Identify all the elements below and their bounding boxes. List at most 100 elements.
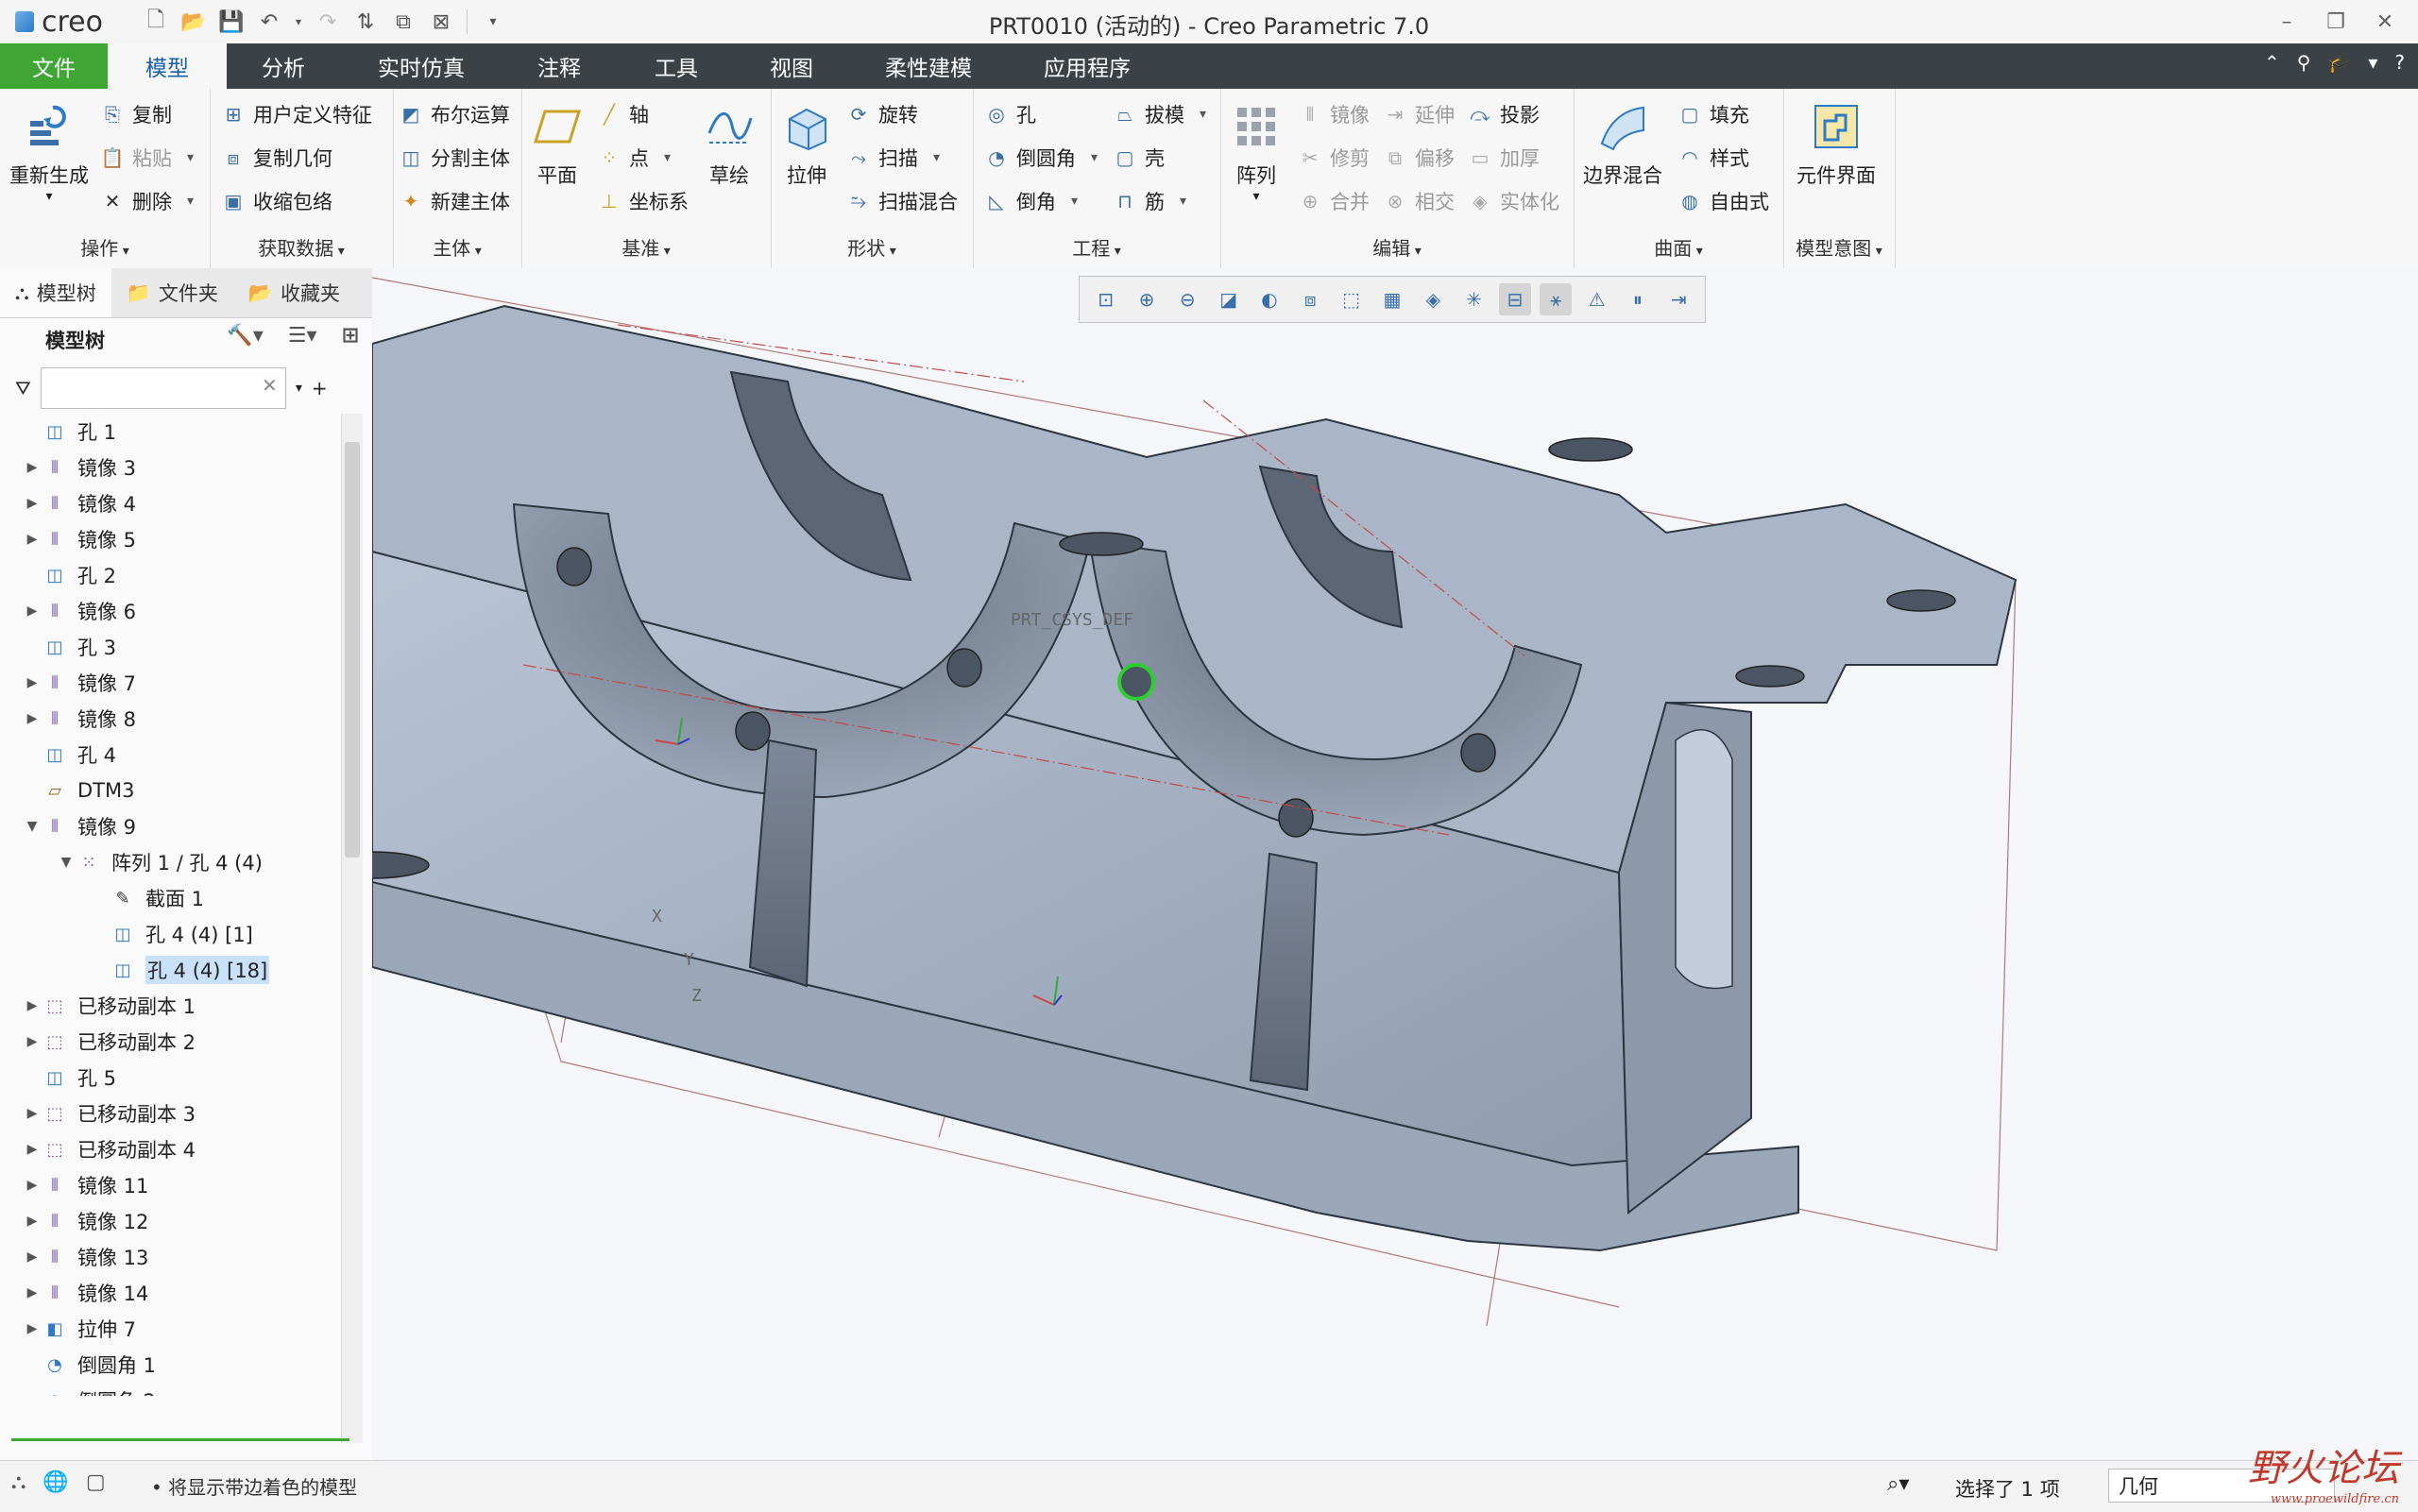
tree-item[interactable]: ▱ DTM3 <box>0 773 336 808</box>
collapse-chevron-icon[interactable]: ▼ <box>23 819 42 834</box>
expand-chevron-icon[interactable]: ▶ <box>23 1178 42 1193</box>
boolean-button[interactable]: ◩ 布尔运算 <box>399 100 510 128</box>
tab-model-tree[interactable]: ⛬ 模型树 <box>0 268 111 317</box>
tree-search-input[interactable]: ✕ <box>40 367 286 409</box>
refit-icon[interactable]: ⊡ <box>1090 283 1122 315</box>
group-label-get-data[interactable]: 获取数据 <box>210 233 393 261</box>
zoom-out-icon[interactable]: ⊖ <box>1171 283 1203 315</box>
expand-chevron-icon[interactable]: ▶ <box>23 532 42 547</box>
style-button[interactable]: ◠ 样式 <box>1677 144 1749 172</box>
csys-button[interactable]: ⊥ 坐标系 <box>597 187 689 215</box>
undo-icon[interactable]: ↶ <box>253 6 285 38</box>
group-label-model-intent[interactable]: 模型意图 <box>1783 233 1895 261</box>
collapse-chevron-icon[interactable]: ▼ <box>57 855 76 870</box>
chamfer-button[interactable]: ◺ 倒角 <box>984 187 1078 215</box>
binoculars-icon[interactable]: ⌕▾ <box>1887 1472 1909 1496</box>
tree-item[interactable]: ◫ 孔 1 <box>0 414 336 450</box>
tree-item[interactable]: ◔ 倒圆角 1 <box>0 1347 336 1383</box>
axis-button[interactable]: ╱ 轴 <box>597 100 649 128</box>
solidify-button[interactable]: ◈ 实体化 <box>1468 187 1559 215</box>
saved-orientations-icon[interactable]: ⧈ <box>1294 283 1326 315</box>
filter-funnel-icon[interactable]: ⛛ <box>15 377 31 399</box>
tree-filter-icon[interactable]: ⊞ <box>342 324 359 348</box>
tree-item[interactable]: ▶ ⬚ 已移动副本 3 <box>0 1096 336 1131</box>
tree-item[interactable]: ◫ 孔 4 <box>0 737 336 773</box>
tab-flexible-modeling[interactable]: 柔性建模 <box>858 43 999 89</box>
tree-item[interactable]: ▶ ⫴ 镜像 13 <box>0 1239 336 1275</box>
intersect-button[interactable]: ⊗ 相交 <box>1383 187 1455 215</box>
windows-icon[interactable]: ⧉ <box>387 6 419 38</box>
restore-icon[interactable]: ❐ <box>2322 6 2350 38</box>
redo-icon[interactable]: ↷ <box>312 6 344 38</box>
tab-model[interactable]: 模型 <box>108 43 227 89</box>
tree-item[interactable]: ▶ ⫴ 镜像 8 <box>0 701 336 737</box>
expand-chevron-icon[interactable]: ▶ <box>23 603 42 619</box>
group-label-operations[interactable]: 操作 <box>0 233 210 261</box>
annotation-display-icon[interactable]: ⊟ <box>1498 283 1531 315</box>
customize-qat-icon[interactable]: ▾ <box>477 6 509 38</box>
thicken-button[interactable]: ▭ 加厚 <box>1468 144 1540 172</box>
revolve-button[interactable]: ⟳ 旋转 <box>846 100 918 128</box>
tab-file[interactable]: 文件 <box>0 43 108 89</box>
tree-item[interactable]: ▶ ⫴ 镜像 6 <box>0 593 336 629</box>
regenerate-icon[interactable]: ⇅ <box>349 6 382 38</box>
undo-dropdown-icon[interactable]: ▾ <box>291 6 306 38</box>
tree-item[interactable]: ▶ ⬚ 已移动副本 2 <box>0 1024 336 1060</box>
tree-item[interactable]: ▶ ⫴ 镜像 3 <box>0 450 336 485</box>
copy-button[interactable]: ⎘ 复制 <box>100 100 172 128</box>
expand-chevron-icon[interactable]: ▶ <box>23 1321 42 1336</box>
shrinkwrap-button[interactable]: ▣ 收缩包络 <box>221 187 332 215</box>
tree-item[interactable]: ▶ ⫴ 镜像 7 <box>0 665 336 701</box>
expand-chevron-icon[interactable]: ▶ <box>23 998 42 1013</box>
tree-scrollbar[interactable] <box>341 414 363 1443</box>
group-label-shapes[interactable]: 形状 <box>771 233 973 261</box>
tab-applications[interactable]: 应用程序 <box>1016 43 1158 89</box>
swept-blend-button[interactable]: ⥲ 扫描混合 <box>846 187 958 215</box>
expand-chevron-icon[interactable]: ▶ <box>23 1285 42 1300</box>
expand-chevron-icon[interactable]: ▶ <box>23 1142 42 1157</box>
plane-button[interactable]: 平面 <box>531 100 584 189</box>
tab-view[interactable]: 视图 <box>735 43 848 89</box>
expand-chevron-icon[interactable]: ▶ <box>23 675 42 690</box>
tab-live-simulation[interactable]: 实时仿真 <box>351 43 491 89</box>
help-dropdown-icon[interactable]: ▾ <box>2368 51 2377 74</box>
tree-item[interactable]: ◫ 孔 2 <box>0 557 336 593</box>
regenerate-button[interactable]: 重新生成 ▾ <box>9 100 89 204</box>
group-label-surfaces[interactable]: 曲面 <box>1574 233 1783 261</box>
extend-button[interactable]: ⇥ 延伸 <box>1383 100 1455 128</box>
display-style-icon[interactable]: ◐ <box>1253 283 1286 315</box>
tab-tools[interactable]: 工具 <box>618 43 735 89</box>
tree-item[interactable]: ▶ ⫴ 镜像 4 <box>0 485 336 521</box>
group-label-body[interactable]: 主体 <box>393 233 521 261</box>
group-label-datum[interactable]: 基准 <box>521 233 771 261</box>
search-help-icon[interactable]: ⚲ <box>2297 51 2311 74</box>
extrude-button[interactable]: 拉伸 <box>780 100 833 189</box>
trim-button[interactable]: ✂ 修剪 <box>1298 144 1370 172</box>
collapse-ribbon-icon[interactable]: ⌃ <box>2264 51 2280 74</box>
tab-analysis[interactable]: 分析 <box>227 43 340 89</box>
tree-item[interactable]: ▶ ⫴ 镜像 14 <box>0 1275 336 1311</box>
view-manager-icon[interactable]: ⬚ <box>1336 283 1368 315</box>
tree-item[interactable]: ✎ 截面 1 <box>0 880 336 916</box>
close-icon[interactable]: ✕ <box>2371 6 2399 38</box>
tab-annotate[interactable]: 注释 <box>501 43 618 89</box>
group-label-engineering[interactable]: 工程 <box>973 233 1220 261</box>
add-filter-icon[interactable]: + <box>312 377 328 399</box>
expand-chevron-icon[interactable]: ▶ <box>23 1034 42 1049</box>
offset-button[interactable]: ⧉ 偏移 <box>1383 144 1455 172</box>
component-interface-button[interactable]: 元件界面 <box>1796 100 1876 189</box>
close-window-icon[interactable]: ⊠ <box>425 6 457 38</box>
expand-chevron-icon[interactable]: ▶ <box>23 460 42 475</box>
graphics-window[interactable]: PRT_CSYS_DEF X Y Z ⊡ ⊕ ⊖ ◪ ◐ ⧈ ⬚ ▦ ◈ ✳ ⊟… <box>372 268 2418 1460</box>
copy-geometry-button[interactable]: ⧈ 复制几何 <box>221 144 332 172</box>
tree-item[interactable]: ◫ 孔 3 <box>0 629 336 665</box>
split-body-button[interactable]: ◫ 分割主体 <box>399 144 510 172</box>
tab-favorites[interactable]: 📂 收藏夹 <box>233 268 355 317</box>
merge-button[interactable]: ⊕ 合并 <box>1298 187 1370 215</box>
new-file-icon[interactable]: 🗋 <box>140 6 172 38</box>
tree-item[interactable]: ▶ ⫴ 镜像 11 <box>0 1167 336 1203</box>
rib-button[interactable]: ⊓ 筋 <box>1113 187 1186 215</box>
navigator-toggle-icon[interactable]: ⛬ <box>11 1470 26 1494</box>
round-button[interactable]: ◔ 倒圆角 <box>984 144 1098 172</box>
tree-insert-indicator[interactable] <box>11 1438 349 1441</box>
